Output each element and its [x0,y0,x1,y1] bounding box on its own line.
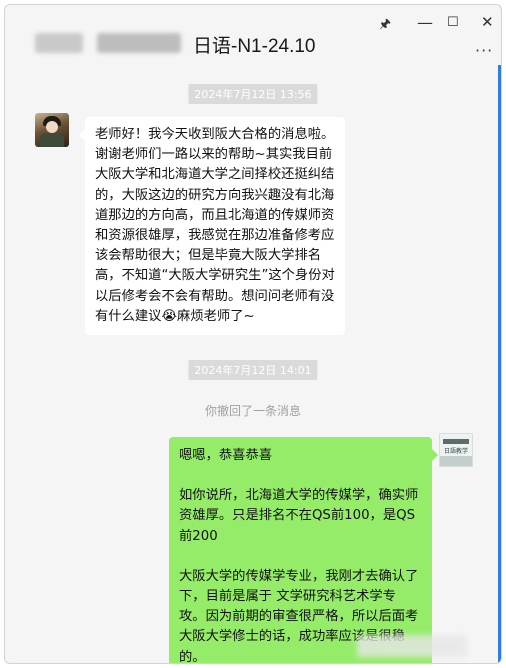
title-bar: 日语-N1-24.10 🖈 — ☐ ✕ ··· [5,5,501,65]
more-options-icon[interactable]: ··· [475,41,493,60]
chat-window: 日语-N1-24.10 🖈 — ☐ ✕ ··· 2024年7月12日 13:56… [4,4,502,664]
incoming-message-bubble[interactable]: 老师好！我今天收到阪大合格的消息啦。谢谢老师们一路以来的帮助~其实我目前大阪大学… [79,117,345,336]
self-avatar[interactable]: 日語教学 [439,433,473,467]
timestamp-2: 2024年7月12日 14:01 [188,360,318,380]
chat-title: 日语-N1-24.10 [193,36,316,57]
close-icon[interactable]: ✕ [481,13,494,31]
window-edge-accent [498,5,501,663]
blurred-name-part-1 [35,33,83,53]
pin-icon[interactable]: 🖈 [379,15,391,37]
reply-paragraph-1: 嗯嗯，恭喜恭喜 [179,448,273,463]
self-avatar-label: 日語教学 [444,448,469,455]
blurred-name-part-2 [97,33,181,53]
minimize-icon[interactable]: — [417,13,433,32]
blurred-watermark [357,635,467,657]
outgoing-message-bubble[interactable]: 嗯嗯，恭喜恭喜 如你说所，北海道大学的传媒学，确实师资雄厚。只是排名不在QS前1… [169,437,438,663]
recall-notice: 你撤回了一条消息 [204,404,301,418]
reply-paragraph-2: 如你说所，北海道大学的传媒学，确实师资雄厚。只是排名不在QS前100，是QS前2… [179,488,419,544]
timestamp-1: 2024年7月12日 13:56 [188,84,318,104]
maximize-icon[interactable]: ☐ [447,15,459,30]
sender-avatar[interactable] [35,113,69,147]
